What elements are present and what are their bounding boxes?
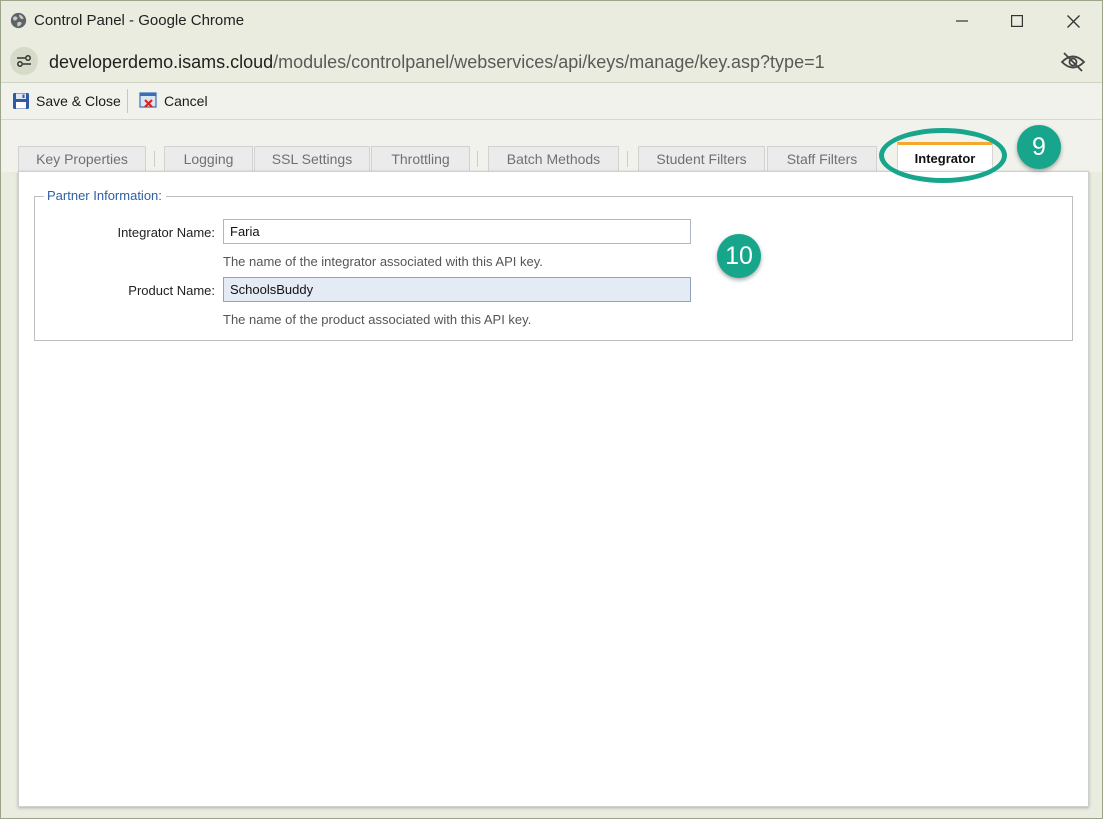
tab-key-properties[interactable]: Key Properties (18, 146, 146, 171)
save-close-button[interactable]: Save & Close (12, 91, 121, 111)
window-title: Control Panel - Google Chrome (34, 12, 245, 29)
cancel-label: Cancel (164, 93, 208, 109)
integrator-name-input[interactable] (223, 219, 691, 244)
integrator-panel: Partner Information: Integrator Name: Th… (18, 171, 1089, 807)
save-close-label: Save & Close (36, 93, 121, 109)
tab-logging[interactable]: Logging (164, 146, 253, 171)
maximize-icon (1011, 15, 1023, 27)
tab-batch-methods[interactable]: Batch Methods (488, 146, 619, 171)
floppy-disk-icon (13, 93, 29, 109)
url-field[interactable]: developerdemo.isams.cloud/modules/contro… (49, 52, 825, 73)
step-10-badge: 10 (717, 234, 761, 278)
close-icon (1066, 14, 1080, 28)
tab-divider (154, 151, 155, 167)
cancel-button[interactable]: Cancel (139, 91, 208, 111)
tab-divider (627, 151, 628, 167)
url-path: /modules/controlpanel/webservices/api/ke… (273, 52, 825, 72)
integrator-name-label: Integrator Name: (117, 225, 215, 240)
minimize-button[interactable] (934, 1, 990, 41)
partner-information-group: Partner Information: Integrator Name: Th… (34, 188, 1073, 341)
eye-off-icon[interactable] (1060, 51, 1086, 73)
minimize-icon (956, 20, 968, 22)
cancel-icon (139, 92, 157, 108)
integrator-name-hint: The name of the integrator associated wi… (223, 254, 543, 269)
site-info-icon (17, 55, 31, 67)
product-name-input[interactable] (223, 277, 691, 302)
integrator-tab-highlight (879, 128, 1007, 183)
close-button[interactable] (1045, 1, 1101, 41)
url-host: developerdemo.isams.cloud (49, 52, 274, 72)
globe-icon (10, 12, 27, 29)
product-name-hint: The name of the product associated with … (223, 312, 532, 327)
partner-information-legend: Partner Information: (44, 188, 166, 203)
tab-throttling[interactable]: Throttling (371, 146, 470, 171)
toolbar-separator (127, 89, 128, 113)
maximize-button[interactable] (989, 1, 1045, 41)
toolbar: Save & Close Cancel (1, 83, 1102, 120)
title-bar: Control Panel - Google Chrome (1, 1, 1102, 41)
tab-staff-filters[interactable]: Staff Filters (767, 146, 877, 171)
tab-student-filters[interactable]: Student Filters (638, 146, 765, 171)
product-name-label: Product Name: (128, 283, 215, 298)
site-info-button[interactable] (10, 47, 38, 75)
address-bar: developerdemo.isams.cloud/modules/contro… (1, 41, 1102, 83)
step-9-badge: 9 (1017, 125, 1061, 169)
tab-ssl-settings[interactable]: SSL Settings (254, 146, 370, 171)
browser-window: Control Panel - Google Chrome developerd… (0, 0, 1103, 819)
tab-divider (477, 151, 478, 167)
